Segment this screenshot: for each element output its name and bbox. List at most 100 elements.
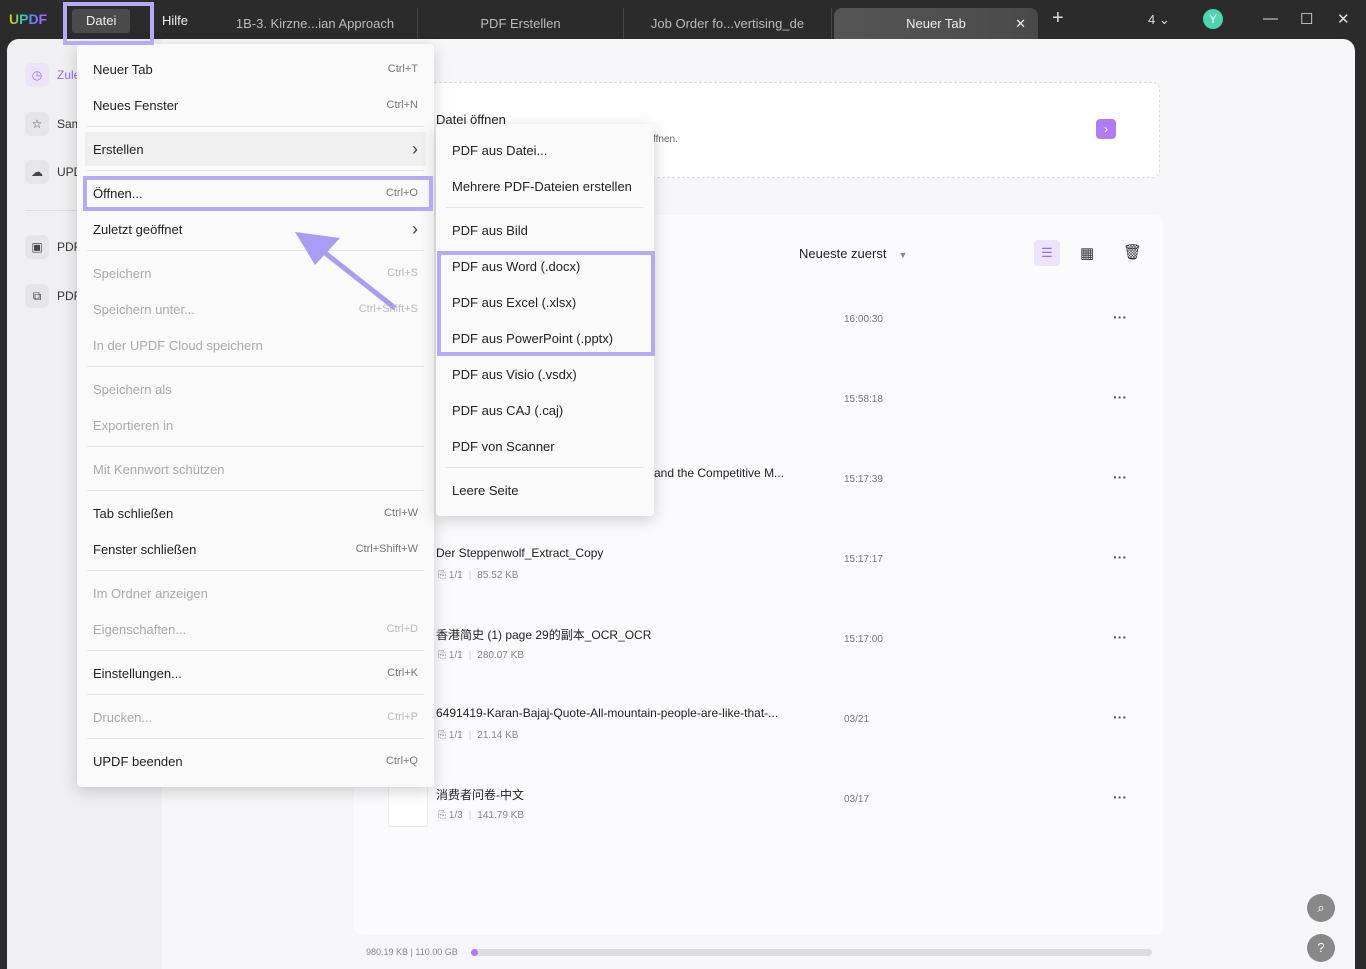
menu-divider: [87, 170, 424, 171]
open-arrow-button[interactable]: ›: [1096, 119, 1116, 139]
pages-icon: ⎘: [438, 730, 449, 741]
menu-divider: [87, 490, 424, 491]
file-menu-item[interactable]: Einstellungen... Ctrl+K: [85, 656, 426, 690]
clock-icon: ◷: [25, 63, 49, 87]
more-options-icon[interactable]: ···: [1113, 469, 1127, 485]
file-time: 16:00:30: [844, 314, 883, 325]
menu-item-label: Exportieren in: [93, 417, 174, 433]
file-time: 15:17:39: [844, 474, 883, 485]
star-icon: ☆: [25, 112, 49, 136]
file-menu-item[interactable]: Im Ordner anzeigen: [85, 576, 426, 610]
file-menu-item[interactable]: Speichern als: [85, 372, 426, 406]
file-meta: ⎘ 1/3 | 141.79 KB: [438, 810, 525, 821]
open-file-subtitle: ffnen.: [653, 134, 678, 145]
file-menu-item[interactable]: Eigenschaften... Ctrl+D: [85, 612, 426, 646]
file-menu-item[interactable]: UPDF beenden Ctrl+Q: [85, 744, 426, 778]
file-pages: 1/3: [448, 810, 463, 821]
file-title[interactable]: 香港简史 (1) page 29的副本_OCR_OCR: [436, 626, 651, 643]
file-title[interactable]: 6491419-Karan-Bajaj-Quote-All-mountain-p…: [436, 706, 778, 720]
chevron-right-icon: ›: [412, 218, 418, 239]
tab-count: 4: [1148, 12, 1156, 27]
trash-icon[interactable]: 🗑: [1123, 243, 1142, 261]
tab-2[interactable]: PDF Erstellen: [418, 8, 624, 39]
minimize-icon[interactable]: —: [1263, 10, 1278, 27]
more-options-icon[interactable]: ···: [1113, 629, 1127, 645]
menu-item-label: PDF aus Bild: [452, 222, 528, 238]
grid-view-icon[interactable]: ▦: [1080, 244, 1094, 262]
maximize-icon[interactable]: ☐: [1300, 10, 1313, 28]
pages-icon: ⎘: [438, 810, 449, 821]
sidebar-item-starred[interactable]: ☆ Sam: [25, 111, 82, 137]
arrow-annotation-icon: [295, 232, 397, 310]
file-menu-item[interactable]: Exportieren in: [85, 408, 426, 442]
create-menu-item[interactable]: PDF von Scanner: [444, 429, 646, 463]
menu-hilfe[interactable]: Hilfe: [148, 9, 202, 33]
file-menu-item[interactable]: Erstellen ›: [85, 132, 426, 166]
file-size: 21.14 KB: [477, 730, 519, 741]
tab-1[interactable]: 1B-3. Kirzne...ian Approach: [213, 8, 418, 39]
menu-item-label: Im Ordner anzeigen: [93, 585, 208, 601]
file-menu-item[interactable]: Neues Fenster Ctrl+N: [85, 88, 426, 122]
sidebar-item-cloud[interactable]: ☁ UPD: [25, 159, 82, 185]
tab-count-dropdown[interactable]: 4 ⌄: [1148, 12, 1170, 28]
menu-divider: [87, 570, 424, 571]
tab-neuer-tab[interactable]: Neuer Tab ✕: [834, 8, 1038, 39]
caret-down-icon: ▼: [898, 250, 908, 260]
updf-logo: UPDF: [9, 11, 48, 27]
file-menu-item[interactable]: Fenster schließen Ctrl+Shift+W: [85, 532, 426, 566]
sort-dropdown[interactable]: Neueste zuerst ▼: [799, 246, 907, 261]
sort-label: Neueste zuerst: [799, 246, 887, 261]
menu-item-label: Neues Fenster: [93, 97, 179, 113]
list-view-icon[interactable]: ☰: [1034, 240, 1060, 266]
more-options-icon[interactable]: ···: [1113, 549, 1127, 565]
file-thumbnail: [388, 786, 428, 827]
new-tab-plus-icon[interactable]: +: [1052, 7, 1064, 30]
more-options-icon[interactable]: ···: [1113, 389, 1127, 405]
create-menu-item[interactable]: PDF aus Visio (.vsdx): [444, 357, 646, 391]
avatar[interactable]: Y: [1203, 9, 1223, 29]
menu-item-label: Tab schließen: [93, 505, 174, 521]
file-menu: Neuer Tab Ctrl+T Neues Fenster Ctrl+N Erstel…: [77, 44, 434, 787]
file-time: 15:17:17: [844, 554, 883, 565]
file-menu-item[interactable]: Drucken... Ctrl+P: [85, 700, 426, 734]
chevron-right-icon: ›: [412, 138, 418, 159]
menu-item-label: Einstellungen...: [93, 665, 182, 681]
menu-item-label: PDF aus Visio (.vsdx): [452, 366, 577, 382]
highlight-oeffnen: [83, 176, 433, 211]
create-menu-item[interactable]: PDF aus Datei...: [444, 133, 646, 167]
file-size: 141.79 KB: [477, 810, 525, 821]
search-icon[interactable]: ⌕: [1307, 894, 1335, 922]
file-menu-item[interactable]: In der UPDF Cloud speichern: [85, 328, 426, 362]
help-icon[interactable]: ?: [1307, 934, 1335, 962]
sidebar-item-pdf-copy[interactable]: ⧉ PDF: [25, 283, 81, 309]
create-menu-item[interactable]: Leere Seite: [444, 473, 646, 507]
close-window-icon[interactable]: ✕: [1337, 10, 1350, 28]
more-options-icon[interactable]: ···: [1113, 709, 1127, 725]
more-options-icon[interactable]: ···: [1113, 789, 1127, 805]
highlight-datei: [63, 2, 154, 45]
sidebar-item-pdf-tools[interactable]: ▣ PDF: [25, 234, 81, 260]
file-title[interactable]: and the Competitive M...: [654, 466, 784, 480]
menu-item-label: Erstellen: [93, 141, 144, 157]
menu-item-shortcut: Ctrl+N: [386, 99, 418, 111]
tab-3[interactable]: Job Order fo...vertising_de: [624, 8, 832, 39]
close-tab-icon[interactable]: ✕: [1015, 8, 1026, 39]
file-menu-item[interactable]: Mit Kennwort schützen: [85, 452, 426, 486]
menu-divider: [446, 467, 644, 468]
file-title[interactable]: 消费者问卷-中文: [436, 786, 524, 803]
menu-item-label: Eigenschaften...: [93, 621, 187, 637]
create-menu-item[interactable]: Mehrere PDF-Dateien erstellen: [444, 169, 646, 203]
file-time: 15:17:00: [844, 634, 883, 645]
create-menu-item[interactable]: PDF aus Bild: [444, 213, 646, 247]
more-options-icon[interactable]: ···: [1113, 309, 1127, 325]
file-title[interactable]: Der Steppenwolf_Extract_Copy: [436, 546, 603, 560]
file-pages: 1/1: [448, 570, 463, 581]
menu-item-label: In der UPDF Cloud speichern: [93, 337, 263, 353]
menu-item-label: Mehrere PDF-Dateien erstellen: [452, 178, 632, 194]
file-menu-item[interactable]: Neuer Tab Ctrl+T: [85, 52, 426, 86]
create-menu-item[interactable]: PDF aus CAJ (.caj): [444, 393, 646, 427]
menu-divider: [87, 694, 424, 695]
sidebar-item-recent[interactable]: ◷ Zule: [25, 62, 80, 88]
pages-icon: ⎘: [438, 650, 449, 661]
file-menu-item[interactable]: Tab schließen Ctrl+W: [85, 496, 426, 530]
